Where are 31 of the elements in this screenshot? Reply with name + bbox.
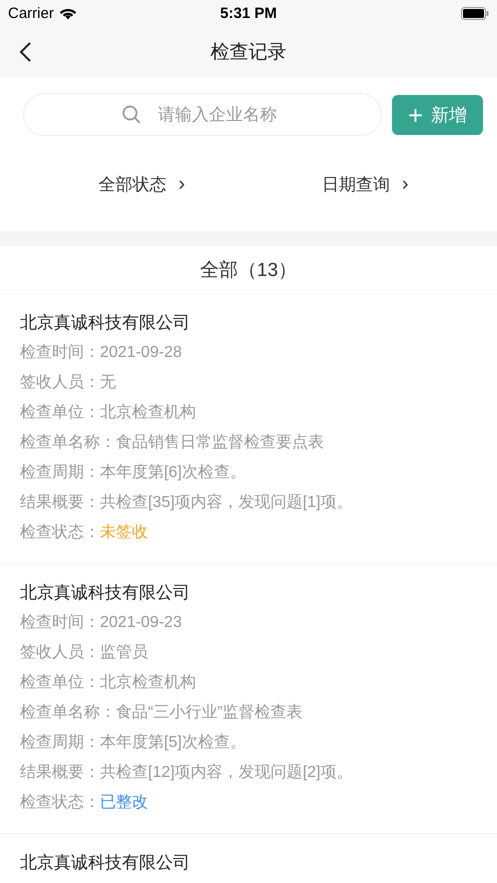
chevron-icon: › [402,172,409,196]
record-field: 检查单名称：食品销售日常监督检查要点表 [20,428,324,458]
record-field: 结果概要：共检查[35]项内容，发现问题[1]项。 [20,488,352,518]
record-field: 签收人员：无 [20,368,116,398]
page-title: 检查记录 [210,40,286,64]
record-field: 检查单位：北京检查机构 [20,398,196,428]
search-icon [122,105,141,124]
record-field: 检查单位：北京检查机构 [20,668,196,698]
record-field: 检查周期：本年度第[5]次检查。 [20,728,246,758]
battery-icon [460,6,489,20]
list-header: 全部（13） [200,258,298,282]
chevron-icon: › [178,172,186,196]
company-name: 北京真诚科技有限公司 [20,852,190,874]
filter-dropdown[interactable]: 日期查询 › [254,168,477,200]
record-field: 检查周期：本年度第[6]次检查。 [20,458,246,488]
back-icon [18,40,32,62]
record-field: 结果概要：共检查[12]项内容，发现问题[2]项。 [20,758,352,788]
plus-icon: + [408,102,424,128]
carrier-label: Carrier [8,4,54,22]
filter-dropdown[interactable]: 全部状态 › [30,168,254,200]
company-name: 北京真诚科技有限公司 [20,312,190,334]
clock: 5:31 PM [219,4,278,22]
search-field[interactable]: 请输入企业名称 [23,93,382,136]
record-field: 检查状态：已整改 [20,788,148,818]
record-field: 检查状态：未签收 [20,518,148,548]
record-field: 检查时间：2021-09-23 [20,608,182,638]
record-field: 检查时间：2021-09-28 [20,338,182,368]
wifi-icon [58,6,77,20]
record-field: 检查单名称：食品“三小行业”监督检查表 [20,698,303,728]
record-field: 签收人员：监管员 [20,638,148,668]
company-name: 北京真诚科技有限公司 [20,582,190,604]
